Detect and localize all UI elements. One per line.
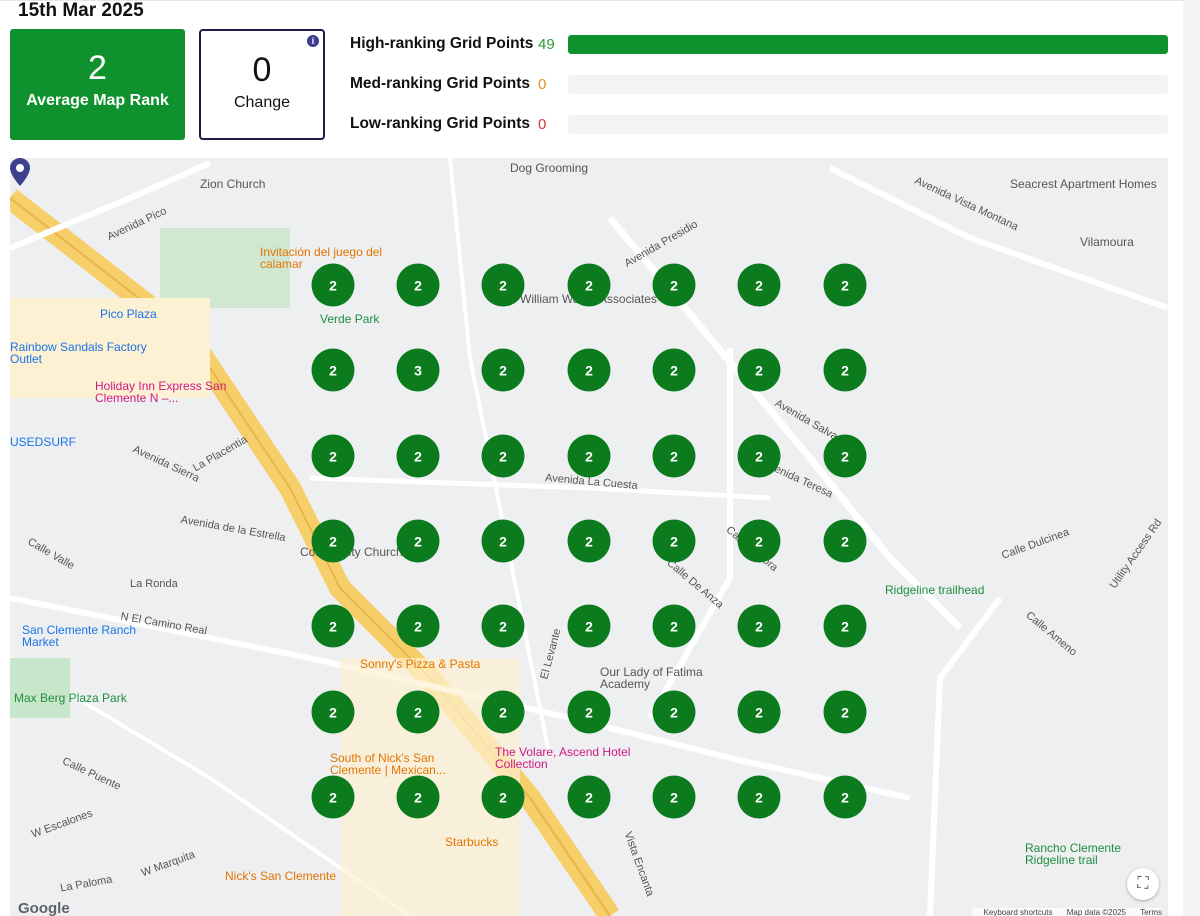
grid-rank-marker[interactable]: 2 [652, 434, 696, 478]
grid-rank-marker[interactable]: 2 [823, 519, 867, 563]
map-place-label[interactable]: Rainbow Sandals Factory Outlet [10, 341, 160, 365]
stat-progress-bar [568, 74, 1168, 94]
grid-rank-marker[interactable]: 2 [481, 519, 525, 563]
stat-count: 0 [538, 115, 547, 133]
grid-rank-marker[interactable]: 2 [311, 434, 355, 478]
grid-rank-marker[interactable]: 2 [652, 348, 696, 392]
stat-count: 49 [538, 35, 555, 53]
stat-progress-bar [568, 34, 1168, 54]
map-data-text: Map data ©2025 [1066, 908, 1126, 916]
grid-rank-marker[interactable]: 2 [652, 775, 696, 819]
map-place-label[interactable]: The Volare, Ascend Hotel Collection [495, 746, 645, 770]
grid-rank-marker[interactable]: 2 [481, 434, 525, 478]
grid-rank-marker[interactable]: 2 [823, 434, 867, 478]
grid-rank-marker[interactable]: 2 [311, 775, 355, 819]
map-place-label[interactable]: Holiday Inn Express San Clemente N –... [95, 380, 245, 404]
grid-rank-marker[interactable]: 2 [396, 604, 440, 648]
scrollbar[interactable] [1183, 0, 1200, 916]
stat-label: Low-ranking Grid Points [350, 115, 530, 132]
change-card: i 0 Change [199, 29, 325, 140]
map-place-label[interactable]: Max Berg Plaza Park [14, 692, 127, 704]
grid-rank-marker[interactable]: 2 [737, 348, 781, 392]
map-place-label[interactable]: Ridgeline trailhead [885, 584, 984, 596]
grid-rank-marker[interactable]: 2 [311, 690, 355, 734]
grid-rank-marker[interactable]: 2 [311, 604, 355, 648]
grid-rank-marker[interactable]: 2 [823, 348, 867, 392]
grid-rank-marker[interactable]: 2 [567, 519, 611, 563]
grid-rank-marker[interactable]: 2 [652, 519, 696, 563]
grid-rank-marker[interactable]: 2 [567, 775, 611, 819]
terms-link[interactable]: Terms [1140, 908, 1162, 916]
map-place-label[interactable]: USEDSURF [10, 436, 76, 448]
grid-rank-marker[interactable]: 2 [311, 519, 355, 563]
map-place-label[interactable]: Seacrest Apartment Homes [1010, 178, 1157, 190]
grid-rank-marker[interactable]: 2 [737, 263, 781, 307]
fullscreen-button[interactable]: ⛶ [1127, 868, 1159, 900]
map-place-label[interactable]: Dog Grooming [510, 162, 588, 174]
rank-grid-map[interactable]: Zion Church Invitación del juego del cala… [10, 158, 1168, 916]
grid-rank-marker[interactable]: 2 [567, 434, 611, 478]
stat-progress-fill [568, 34, 1168, 54]
grid-rank-marker[interactable]: 2 [396, 690, 440, 734]
grid-rank-marker[interactable]: 2 [737, 519, 781, 563]
average-map-rank-value: 2 [88, 49, 107, 87]
grid-rank-marker[interactable]: 2 [567, 690, 611, 734]
map-attribution: Keyboard shortcuts Map data ©2025 Terms [971, 908, 1162, 916]
grid-rank-marker[interactable]: 2 [652, 690, 696, 734]
map-place-label[interactable]: Sonny's Pizza & Pasta [360, 658, 480, 670]
grid-points-stat: High-ranking Grid Points 49 [350, 34, 1168, 54]
street-label: La Ronda [130, 578, 178, 590]
grid-rank-marker[interactable]: 2 [481, 775, 525, 819]
business-location-pin-icon[interactable] [10, 158, 30, 186]
grid-rank-marker[interactable]: 2 [737, 434, 781, 478]
grid-rank-marker[interactable]: 2 [737, 690, 781, 734]
grid-rank-marker[interactable]: 2 [823, 604, 867, 648]
grid-rank-marker[interactable]: 2 [396, 434, 440, 478]
grid-rank-marker[interactable]: 2 [823, 690, 867, 734]
average-map-rank-card: 2 Average Map Rank [10, 29, 185, 140]
grid-points-stat: Low-ranking Grid Points 0 [350, 114, 1168, 134]
grid-rank-marker[interactable]: 2 [652, 604, 696, 648]
grid-rank-marker[interactable]: 2 [652, 263, 696, 307]
map-place-label[interactable]: Nick's San Clemente [225, 870, 336, 882]
grid-rank-marker[interactable]: 2 [737, 775, 781, 819]
google-logo: Google [18, 900, 70, 916]
grid-rank-marker[interactable]: 2 [567, 263, 611, 307]
top-divider [0, 0, 1200, 1]
grid-rank-marker[interactable]: 2 [481, 690, 525, 734]
grid-rank-marker[interactable]: 2 [481, 348, 525, 392]
grid-rank-marker[interactable]: 2 [481, 604, 525, 648]
grid-rank-marker[interactable]: 2 [311, 263, 355, 307]
stat-label: High-ranking Grid Points [350, 35, 534, 52]
grid-rank-marker[interactable]: 3 [396, 348, 440, 392]
map-place-label[interactable]: Rancho Clemente Ridgeline trail [1025, 842, 1168, 866]
keyboard-shortcuts-link[interactable]: Keyboard shortcuts [984, 908, 1053, 916]
grid-points-stat: Med-ranking Grid Points 0 [350, 74, 1168, 94]
grid-rank-marker[interactable]: 2 [311, 348, 355, 392]
grid-rank-marker[interactable]: 2 [396, 519, 440, 563]
grid-rank-marker[interactable]: 2 [567, 348, 611, 392]
grid-rank-marker[interactable]: 2 [396, 775, 440, 819]
stat-count: 0 [538, 75, 547, 93]
change-value: 0 [252, 51, 272, 89]
stat-progress-bar [568, 114, 1168, 134]
stat-label: Med-ranking Grid Points [350, 75, 530, 92]
grid-rank-marker[interactable]: 2 [396, 263, 440, 307]
map-place-label[interactable]: Pico Plaza [100, 308, 157, 320]
change-label: Change [233, 94, 291, 111]
map-place-label[interactable]: Zion Church [200, 178, 265, 190]
grid-rank-marker[interactable]: 2 [481, 263, 525, 307]
grid-rank-marker[interactable]: 2 [567, 604, 611, 648]
map-place-label[interactable]: Our Lady of Fatima Academy [600, 666, 750, 690]
map-place-label[interactable]: Starbucks [445, 836, 498, 848]
average-map-rank-label: Average Map Rank [26, 92, 169, 109]
grid-rank-marker[interactable]: 2 [823, 263, 867, 307]
grid-rank-marker[interactable]: 2 [737, 604, 781, 648]
map-place-label[interactable]: Verde Park [320, 313, 379, 325]
map-place-label[interactable]: South of Nick's San Clemente | Mexican..… [330, 752, 480, 776]
report-date: 15th Mar 2025 [18, 0, 144, 21]
map-place-label[interactable]: Vilamoura [1080, 236, 1134, 248]
info-icon[interactable]: i [307, 35, 319, 47]
grid-rank-marker[interactable]: 2 [823, 775, 867, 819]
